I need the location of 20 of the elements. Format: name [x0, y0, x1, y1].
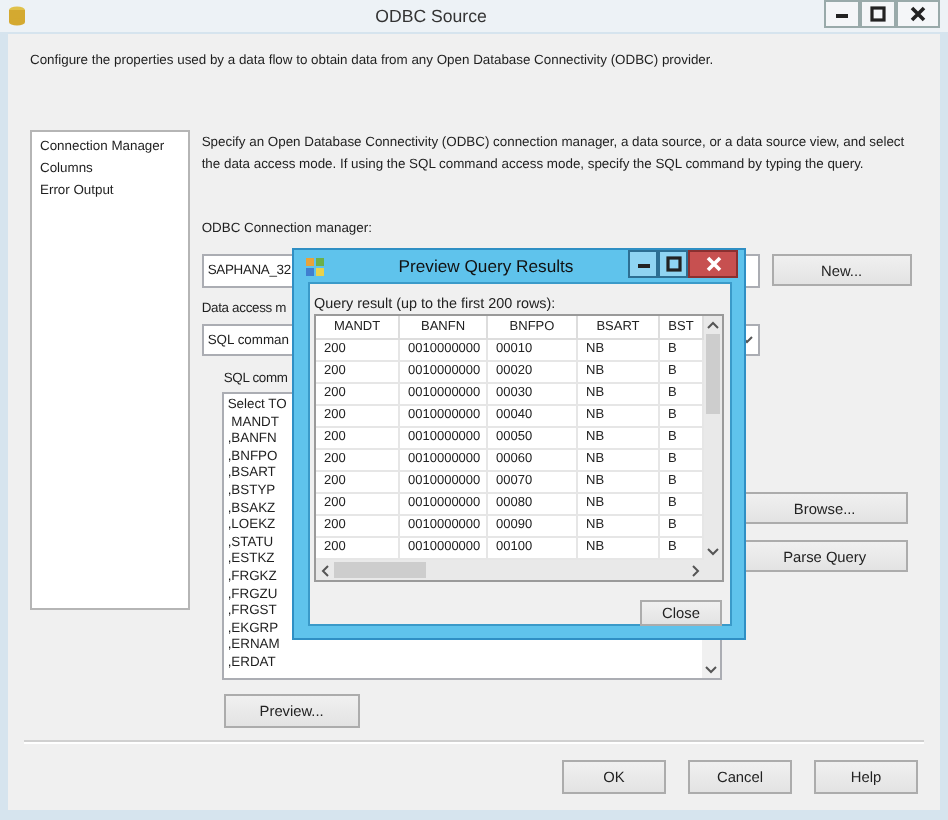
database-icon	[8, 6, 26, 26]
maximize-button[interactable]	[860, 0, 896, 28]
chevron-up-icon	[706, 319, 720, 331]
vertical-scrollbar[interactable]	[704, 316, 722, 560]
close-icon	[908, 4, 928, 24]
chevron-left-icon	[319, 563, 331, 577]
app-icon	[306, 258, 324, 276]
close-button[interactable]	[688, 250, 738, 278]
scrollbar-thumb[interactable]	[706, 334, 720, 414]
maximize-button[interactable]	[658, 250, 688, 278]
chevron-right-icon	[689, 563, 701, 577]
close-button[interactable]	[896, 0, 940, 28]
minimize-button[interactable]	[628, 250, 658, 278]
maximize-icon	[868, 4, 888, 24]
minimize-button[interactable]	[824, 0, 860, 28]
scrollbar-thumb[interactable]	[334, 562, 426, 578]
window-title: ODBC Source	[373, 4, 489, 30]
maximize-icon	[663, 254, 683, 274]
close-icon	[703, 254, 723, 274]
window-title: Preview Query Results	[396, 254, 576, 280]
